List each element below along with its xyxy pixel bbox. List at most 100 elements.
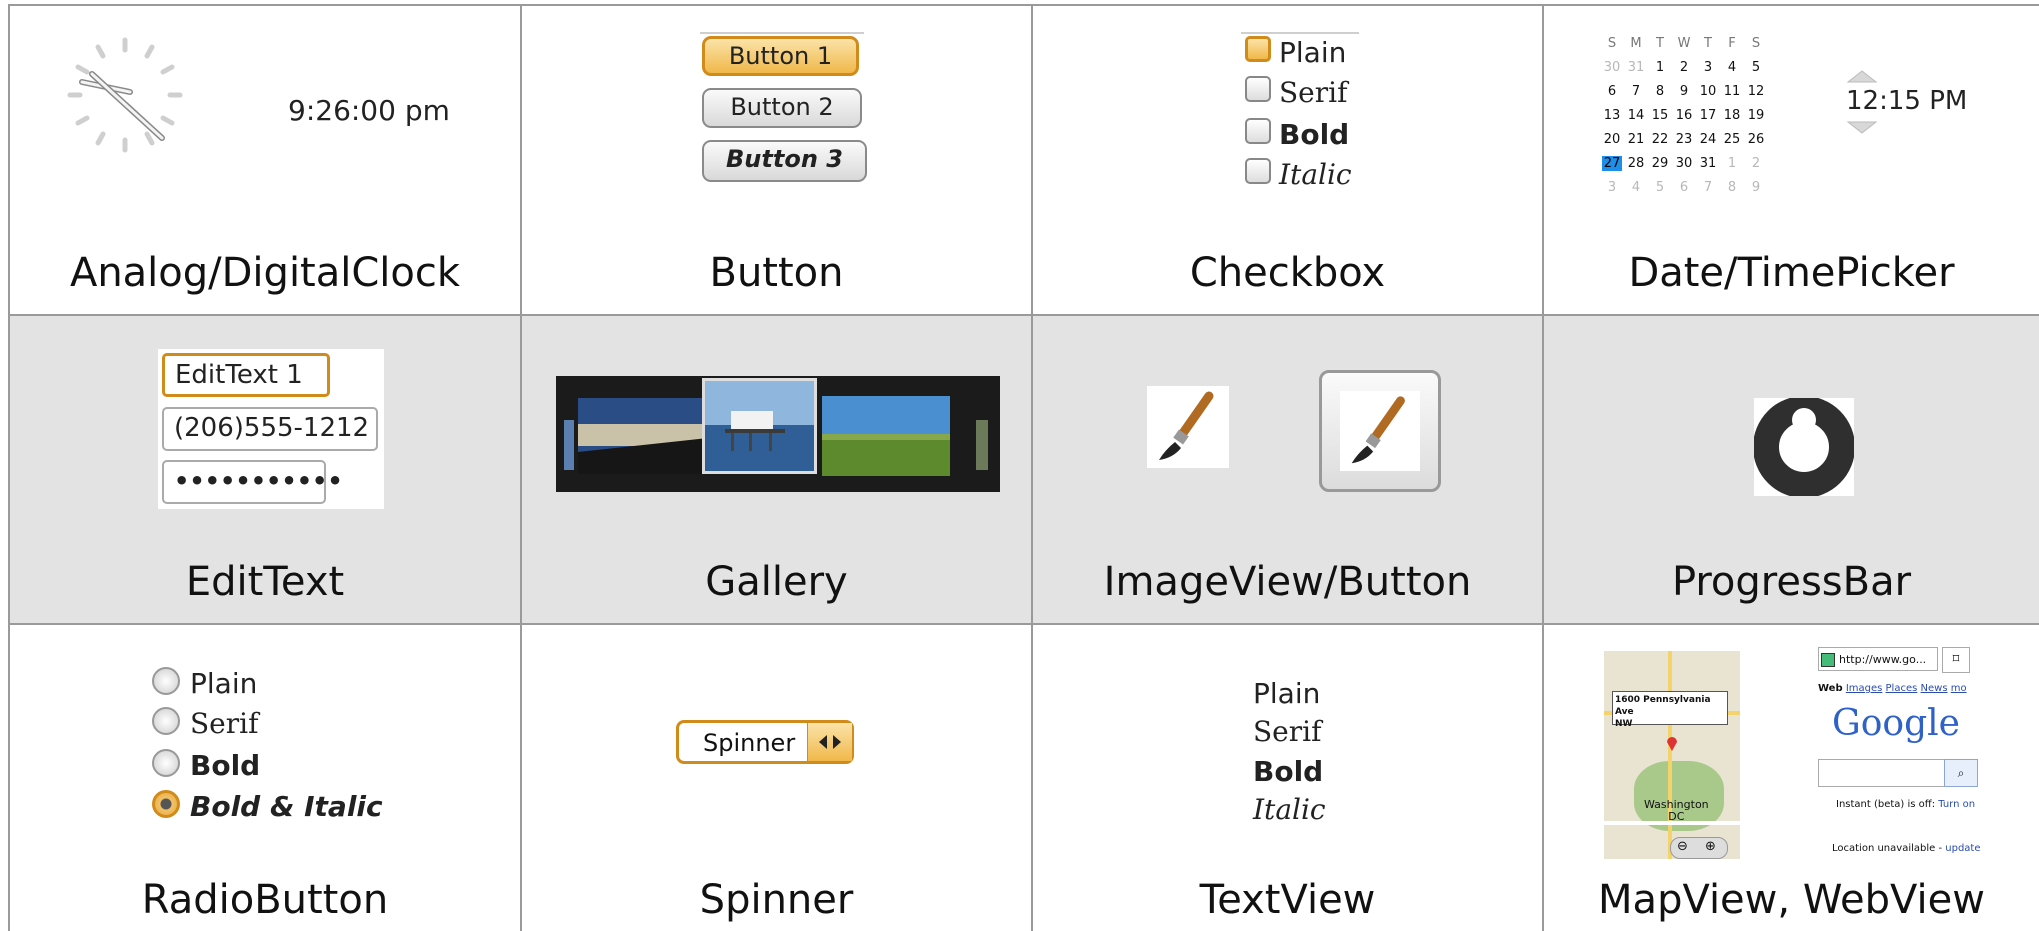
- radio-plain-label: Plain: [190, 667, 258, 700]
- time-down-arrow-icon[interactable]: [1844, 120, 1880, 136]
- caption-mapweb: MapView, WebView: [1598, 877, 1985, 923]
- calendar-day[interactable]: 31: [1626, 60, 1646, 75]
- calendar-day[interactable]: 28: [1626, 156, 1646, 171]
- paintbrush-icon: [1159, 391, 1214, 460]
- calendar-day[interactable]: 8: [1650, 84, 1670, 99]
- calendar-day[interactable]: 20: [1602, 132, 1622, 147]
- gallery-image-sunset[interactable]: [578, 398, 708, 474]
- cell-gallery: Gallery: [520, 314, 1031, 623]
- checkbox-serif[interactable]: [1245, 76, 1271, 102]
- checkbox-bold[interactable]: [1245, 118, 1271, 144]
- cell-textview: Plain Serif Bold Italic TextView: [1031, 623, 1542, 931]
- date-picker[interactable]: S M T W T F S 30 31 1 2 3 4 5 6 7 8 9 10 11 12 13 14 15 16 17 18 19…: [1602, 36, 1772, 206]
- calendar-day[interactable]: 19: [1746, 108, 1766, 123]
- map-zoom-controls[interactable]: ⊖ ⊕: [1670, 837, 1728, 859]
- calendar-day[interactable]: 21: [1626, 132, 1646, 147]
- cell-datetime: S M T W T F S 30 31 1 2 3 4 5 6 7 8 9 10 11 12 13 14 15 16 17 18 19…: [1542, 4, 2039, 314]
- radio-serif[interactable]: [152, 707, 180, 735]
- time-up-arrow-icon[interactable]: [1844, 68, 1880, 84]
- calendar-day[interactable]: 6: [1674, 180, 1694, 195]
- calendar-day[interactable]: 16: [1674, 108, 1694, 123]
- calendar-day[interactable]: 17: [1698, 108, 1718, 123]
- calendar-weekday-label: S: [1751, 36, 1761, 51]
- button-3[interactable]: Button 3: [702, 140, 867, 182]
- web-tab-more[interactable]: mo: [1951, 683, 1967, 694]
- calendar-day[interactable]: 4: [1722, 60, 1742, 75]
- analog-clock: [67, 37, 183, 153]
- calendar-day[interactable]: 26: [1746, 132, 1766, 147]
- calendar-day[interactable]: 5: [1746, 60, 1766, 75]
- calendar-day[interactable]: 7: [1626, 84, 1646, 99]
- zoom-out-icon[interactable]: ⊖: [1677, 839, 1688, 854]
- calendar-day[interactable]: 11: [1722, 84, 1742, 99]
- calendar-day[interactable]: 5: [1650, 180, 1670, 195]
- web-search-input[interactable]: [1818, 759, 1950, 787]
- web-tab-news[interactable]: News: [1921, 683, 1948, 694]
- map-pin-icon[interactable]: [1666, 735, 1678, 751]
- calendar-day[interactable]: 9: [1746, 180, 1766, 195]
- web-search-tabs: Web Images Places News mo: [1818, 683, 1967, 694]
- calendar-day[interactable]: 1: [1722, 156, 1742, 171]
- calendar-day[interactable]: 18: [1722, 108, 1742, 123]
- radio-bold[interactable]: [152, 749, 180, 777]
- calendar-day[interactable]: 25: [1722, 132, 1742, 147]
- calendar-day[interactable]: 7: [1698, 180, 1718, 195]
- edittext-field-1[interactable]: EditText 1: [162, 353, 330, 397]
- calendar-day[interactable]: 15: [1650, 108, 1670, 123]
- web-search-icon[interactable]: ⌕: [1944, 759, 1978, 787]
- calendar-day[interactable]: 8: [1722, 180, 1742, 195]
- calendar-day[interactable]: 23: [1674, 132, 1694, 147]
- calendar-day[interactable]: 24: [1698, 132, 1718, 147]
- progress-ring-icon: [1753, 396, 1855, 498]
- edittext-password-field[interactable]: •••••••••••: [162, 460, 343, 504]
- calendar-day[interactable]: 1: [1650, 60, 1670, 75]
- mapview[interactable]: 1600 Pennsylvania Ave NW Washington DC ⊖…: [1604, 651, 1740, 859]
- calendar-day[interactable]: 3: [1698, 60, 1718, 75]
- gallery-selected-frame[interactable]: [702, 378, 817, 474]
- imagebutton[interactable]: [1319, 370, 1441, 492]
- zoom-in-icon[interactable]: ⊕: [1705, 839, 1716, 854]
- radio-serif-label: Serif: [190, 707, 259, 740]
- web-instant-turn-on[interactable]: Turn on: [1938, 799, 1975, 810]
- calendar-day[interactable]: 30: [1674, 156, 1694, 171]
- web-tab-web[interactable]: Web: [1818, 683, 1843, 694]
- gallery-image-field[interactable]: [822, 396, 950, 476]
- caption-textview: TextView: [1199, 877, 1376, 923]
- calendar-day[interactable]: 9: [1674, 84, 1694, 99]
- cell-radio: Plain Serif Bold Bold & Italic RadioButt…: [8, 623, 520, 931]
- web-tab-places[interactable]: Places: [1886, 683, 1918, 694]
- calendar-day[interactable]: 6: [1602, 84, 1622, 99]
- calendar-day[interactable]: 31: [1698, 156, 1718, 171]
- calendar-day[interactable]: 29: [1650, 156, 1670, 171]
- calendar-day[interactable]: 22: [1650, 132, 1670, 147]
- radio-plain[interactable]: [152, 667, 180, 695]
- calendar-day[interactable]: 13: [1602, 108, 1622, 123]
- checkbox-italic[interactable]: [1245, 158, 1271, 184]
- caption-progress: ProgressBar: [1671, 559, 1912, 605]
- web-tab-images[interactable]: Images: [1846, 683, 1883, 694]
- edittext-phone-field[interactable]: (206)555-1212: [162, 407, 378, 451]
- calendar-day[interactable]: 4: [1626, 180, 1646, 195]
- cell-clock: 9:26:00 pm Analog/DigitalClock: [8, 4, 520, 314]
- web-location-update[interactable]: update: [1945, 843, 1980, 854]
- calendar-day[interactable]: 30: [1602, 60, 1622, 75]
- spinner-dropdown[interactable]: Spinner: [676, 720, 854, 764]
- calendar-day[interactable]: 3: [1602, 180, 1622, 195]
- calendar-day[interactable]: 12: [1746, 84, 1766, 99]
- bookmark-icon[interactable]: ⌑: [1942, 647, 1970, 673]
- radio-bold-italic[interactable]: [152, 790, 180, 818]
- cell-progress: ProgressBar: [1542, 314, 2039, 623]
- webview: http://www.go... ⌑ Web Images Places New…: [1814, 643, 1981, 863]
- calendar-day[interactable]: 10: [1698, 84, 1718, 99]
- button-1[interactable]: Button 1: [702, 36, 859, 76]
- checkbox-plain[interactable]: [1245, 36, 1271, 62]
- calendar-day[interactable]: 2: [1746, 156, 1766, 171]
- time-picker[interactable]: 12:15 PM: [1846, 86, 1967, 116]
- web-url-bar[interactable]: http://www.go...: [1818, 647, 1938, 671]
- calendar-day[interactable]: 14: [1626, 108, 1646, 123]
- map-info-bubble[interactable]: 1600 Pennsylvania Ave NW: [1612, 691, 1728, 729]
- button-2[interactable]: Button 2: [702, 88, 862, 128]
- calendar-day[interactable]: 2: [1674, 60, 1694, 75]
- calendar-day[interactable]: 27: [1602, 156, 1622, 171]
- gallery-strip[interactable]: [556, 376, 1000, 492]
